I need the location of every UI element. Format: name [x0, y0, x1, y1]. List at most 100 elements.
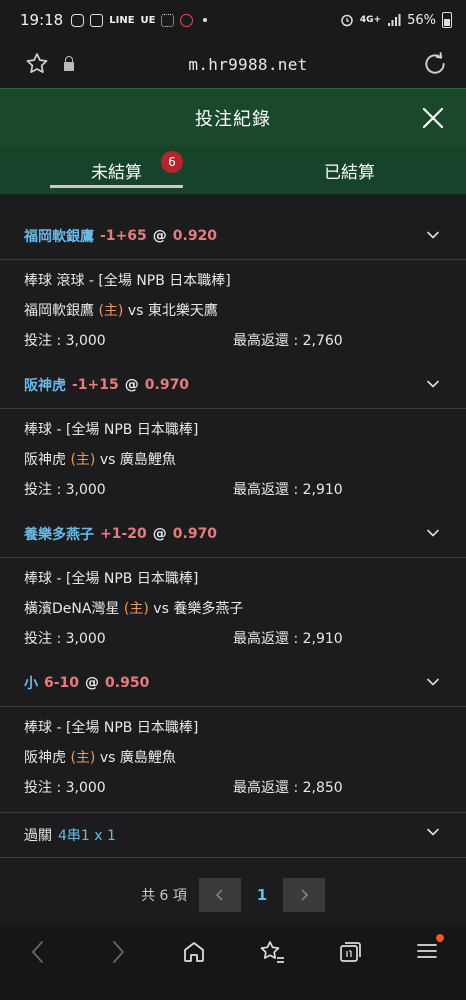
parlay-label: 過關: [24, 828, 52, 844]
bet-selection: 養樂多燕子: [24, 526, 94, 543]
status-bar: 19:18 LINE UE 4G+ 56%: [0, 0, 466, 40]
away-team: 廣島鯉魚: [119, 750, 176, 766]
shopping-icon: [90, 13, 104, 27]
bet-market: 棒球 - [全場 NPB 日本職棒]: [24, 571, 199, 587]
network-type-icon: 4G+: [359, 15, 382, 25]
vs-label: vs: [153, 601, 169, 617]
pagination: 共 6 項 1: [0, 877, 466, 913]
status-time: 19:18: [20, 11, 64, 29]
bet-market: 棒球 - [全場 NPB 日本職棒]: [24, 422, 199, 438]
bet-market: 棒球 滾球 - [全場 NPB 日本職棒]: [24, 273, 231, 289]
star-bookmark-icon[interactable]: [24, 51, 50, 77]
bet-odds: 0.920: [172, 227, 218, 244]
notification-dot: [436, 934, 445, 942]
bet-odds: 0.950: [105, 674, 150, 691]
tab-label: 未結算: [91, 163, 142, 183]
bet-matchup: 阪神虎 (主) vs 廣島鯉魚: [24, 749, 442, 779]
unsettled-count-badge: 6: [161, 151, 183, 173]
line-icon: LINE: [109, 14, 135, 26]
bet-handicap: +1-20: [100, 525, 147, 542]
ue-icon: UE: [140, 14, 156, 26]
chevron-down-icon[interactable]: [426, 228, 440, 242]
parlay-row[interactable]: 過關 4串1 x 1: [0, 812, 466, 858]
bet-matchup: 橫濱DeNA灣星 (主) vs 養樂多燕子: [24, 600, 442, 630]
alarm-icon: [341, 14, 353, 27]
bet-header[interactable]: 小 6-10 @ 0.950: [0, 659, 466, 707]
bet-max-return: 最高返還 : 2,910: [233, 482, 343, 498]
home-tag: (主): [70, 750, 96, 766]
forward-button[interactable]: [78, 939, 156, 965]
bet-stake: 投注 : 3,000: [24, 333, 106, 349]
next-page-button[interactable]: [282, 878, 325, 912]
bet-item: 阪神虎 -1+15 @ 0.970 棒球 - [全場 NPB 日本職棒] 阪神虎…: [0, 361, 466, 510]
total-count: 共 6 項: [141, 888, 187, 904]
instagram-icon: [71, 13, 85, 27]
page-header: 投注紀錄: [0, 88, 466, 146]
bet-item: 小 6-10 @ 0.950 棒球 - [全場 NPB 日本職棒] 阪神虎 (主…: [0, 659, 466, 808]
chevron-down-icon[interactable]: [426, 675, 440, 689]
bet-header[interactable]: 阪神虎 -1+15 @ 0.970: [0, 361, 466, 409]
bet-handicap: 6-10: [44, 674, 80, 691]
chevron-down-icon[interactable]: [426, 377, 440, 391]
tab-settled[interactable]: 已結算: [233, 146, 466, 194]
at-sign: @: [85, 674, 100, 691]
bet-odds: 0.970: [172, 525, 218, 542]
star-list-icon: [260, 941, 284, 963]
reload-icon[interactable]: [422, 51, 448, 77]
bet-selection: 阪神虎: [24, 377, 66, 394]
away-team: 東北樂天鷹: [147, 303, 218, 319]
prev-page-button[interactable]: [198, 878, 241, 912]
home-button[interactable]: [155, 939, 233, 965]
forward-arrow-icon: [112, 941, 124, 963]
chevron-right-icon: [301, 889, 308, 901]
at-sign: @: [152, 525, 167, 542]
battery-percent: 56%: [407, 12, 436, 28]
status-right: 4G+ 56%: [340, 12, 452, 28]
bet-matchup: 福岡軟銀鷹 (主) vs 東北樂天鷹: [24, 302, 442, 332]
tabs-button[interactable]: [311, 939, 389, 965]
chevron-down-icon[interactable]: [426, 526, 440, 540]
at-sign: @: [124, 376, 139, 393]
back-button[interactable]: [0, 939, 78, 965]
bet-details: 棒球 - [全場 NPB 日本職棒] 阪神虎 (主) vs 廣島鯉魚 投注 : …: [0, 707, 466, 809]
vs-label: vs: [127, 303, 144, 319]
lock-icon: [64, 55, 74, 71]
chevron-down-icon[interactable]: [426, 825, 440, 839]
bet-header[interactable]: 養樂多燕子 +1-20 @ 0.970: [0, 510, 466, 558]
notification-icons: LINE UE: [71, 13, 208, 27]
bet-details: 棒球 滾球 - [全場 NPB 日本職棒] 福岡軟銀鷹 (主) vs 東北樂天鷹…: [0, 260, 466, 362]
current-page[interactable]: 1: [240, 878, 283, 912]
back-arrow-icon: [31, 941, 43, 963]
bet-details: 棒球 - [全場 NPB 日本職棒] 橫濱DeNA灣星 (主) vs 養樂多燕子…: [0, 558, 466, 660]
bet-max-return: 最高返還 : 2,760: [233, 333, 343, 349]
bet-amounts: 投注 : 3,000 最高返還 : 2,760: [24, 332, 442, 362]
bet-matchup: 阪神虎 (主) vs 廣島鯉魚: [24, 451, 442, 481]
page-title: 投注紀錄: [195, 108, 271, 130]
grid-icon: [161, 13, 175, 27]
more-notifications-icon: [203, 18, 208, 22]
home-icon: [184, 942, 205, 962]
bookmarks-button[interactable]: [233, 939, 311, 965]
home-tag: (主): [70, 452, 96, 468]
close-icon[interactable]: [418, 103, 448, 133]
bet-handicap: -1+15: [72, 376, 119, 393]
app-icon: [180, 13, 194, 27]
url-text[interactable]: m.hr9988.net: [74, 55, 422, 74]
bet-item: 養樂多燕子 +1-20 @ 0.970 棒球 - [全場 NPB 日本職棒] 橫…: [0, 510, 466, 659]
home-tag: (主): [98, 303, 124, 319]
menu-button[interactable]: [388, 934, 466, 963]
bet-max-return: 最高返還 : 2,850: [233, 780, 343, 796]
at-sign: @: [152, 227, 167, 244]
home-team: 福岡軟銀鷹: [24, 303, 94, 319]
tab-unsettled[interactable]: 未結算: [0, 146, 233, 194]
bet-details: 棒球 - [全場 NPB 日本職棒] 阪神虎 (主) vs 廣島鯉魚 投注 : …: [0, 409, 466, 511]
away-team: 養樂多燕子: [173, 601, 244, 617]
bet-market: 棒球 - [全場 NPB 日本職棒]: [24, 720, 199, 736]
home-tag: (主): [123, 601, 149, 617]
bet-max-return: 最高返還 : 2,910: [233, 631, 343, 647]
bet-header[interactable]: 福岡軟銀鷹 -1+65 @ 0.920: [0, 212, 466, 260]
bet-item: 福岡軟銀鷹 -1+65 @ 0.920 棒球 滾球 - [全場 NPB 日本職棒…: [0, 212, 466, 361]
vs-label: vs: [99, 452, 116, 468]
vs-label: vs: [99, 750, 116, 766]
tab-bar: 未結算 6 已結算: [0, 146, 466, 194]
